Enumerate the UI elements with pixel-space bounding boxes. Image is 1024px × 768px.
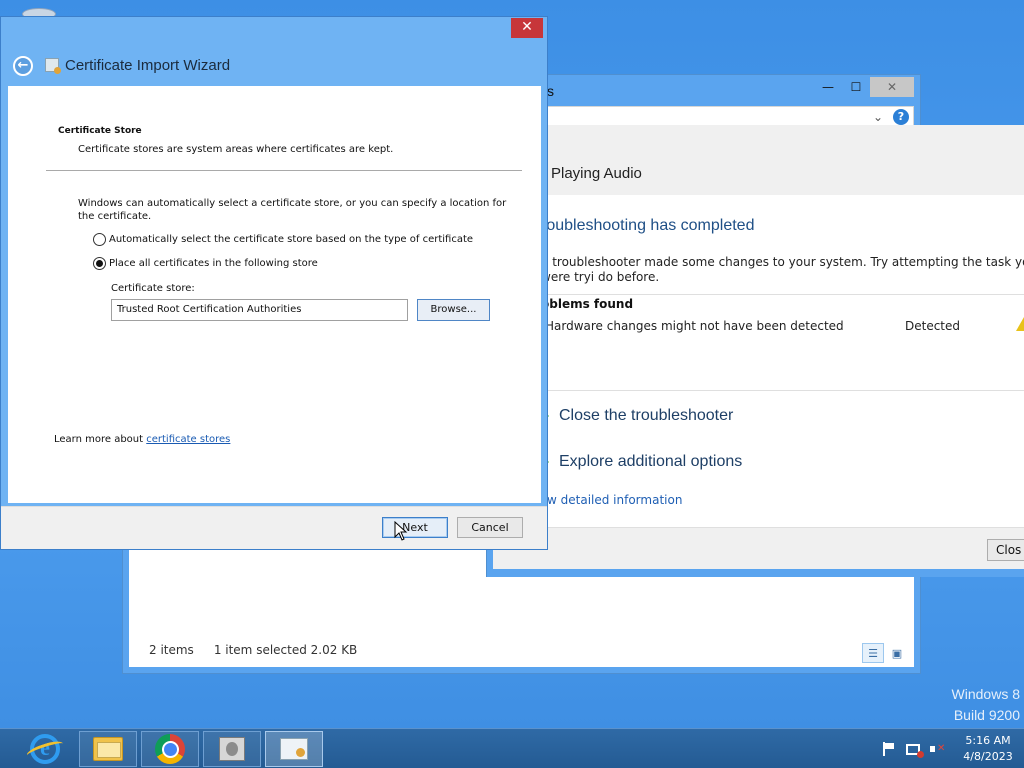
troubleshooter-footer: Clos — [493, 527, 1024, 569]
close-button[interactable]: ✕ — [511, 18, 543, 38]
certificate-store-field[interactable]: Trusted Root Certification Authorities — [111, 299, 408, 321]
watermark-line-2: Build 9200 — [953, 707, 1020, 723]
troubleshooter-window: Playing Audio roubleshooting has complet… — [486, 125, 1024, 577]
certificate-store-label: Certificate store: — [111, 283, 195, 294]
cancel-button[interactable]: Cancel — [457, 517, 523, 538]
status-selection: 1 item selected 2.02 KB — [213, 643, 358, 657]
troubleshooter-close-button[interactable]: Clos — [987, 539, 1024, 561]
problem-description: Hardware changes might not have been det… — [545, 319, 844, 333]
taskbar-file-explorer[interactable] — [79, 731, 137, 767]
radio-auto-select[interactable]: Automatically select the certificate sto… — [93, 233, 473, 246]
network-icon[interactable] — [906, 743, 924, 758]
windows-build-watermark: Windows 8 Build 9200 — [952, 684, 1020, 726]
explorer-title: s — [547, 83, 554, 99]
taskbar-chrome[interactable] — [141, 731, 199, 767]
status-bar: 2 items 1 item selected 2.02 KB — [149, 643, 357, 657]
back-arrow-icon[interactable]: ← — [13, 56, 33, 76]
wizard-content: Certificate Store Certificate stores are… — [8, 86, 541, 503]
disk-icon — [219, 737, 245, 761]
clock-date: 4/8/2023 — [963, 750, 1013, 763]
status-item-count: 2 items — [149, 643, 194, 657]
problems-found-header: oblems found — [541, 297, 634, 311]
action-center-flag-icon[interactable] — [881, 742, 897, 756]
minimize-button[interactable]: — — [814, 77, 842, 97]
maximize-button[interactable]: ☐ — [842, 77, 870, 97]
internet-explorer-icon: e — [30, 734, 60, 764]
troubleshooter-completed-title: roubleshooting has completed — [541, 217, 755, 234]
radio-place-in-store-button[interactable] — [93, 257, 106, 270]
help-icon[interactable]: ? — [893, 109, 909, 125]
wizard-title: Certificate Import Wizard — [65, 57, 231, 74]
divider — [493, 390, 1024, 391]
troubleshooter-heading: Playing Audio — [551, 165, 642, 182]
browse-button[interactable]: Browse... — [417, 299, 490, 321]
divider — [46, 170, 522, 171]
wizard-footer: Next Cancel — [1, 506, 547, 549]
folder-icon — [93, 737, 123, 761]
explore-options-label: Explore additional options — [559, 453, 743, 470]
section-description: Certificate stores are system areas wher… — [78, 144, 394, 155]
problem-status: Detected — [905, 319, 961, 333]
section-title: Certificate Store — [58, 126, 142, 136]
store-selection-paragraph: Windows can automatically select a certi… — [78, 198, 507, 222]
clock[interactable]: 5:16 AM 4/8/2023 — [960, 733, 1016, 765]
certificate-icon — [280, 738, 308, 760]
next-button[interactable]: Next — [382, 517, 448, 538]
watermark-line-1: Windows 8 — [951, 686, 1020, 702]
clock-time: 5:16 AM — [965, 734, 1011, 747]
chevron-down-icon[interactable]: ⌄ — [873, 110, 883, 124]
certificate-import-wizard: ✕ ← Certificate Import Wizard Certificat… — [0, 16, 548, 550]
troubleshooter-header: Playing Audio — [493, 125, 1024, 195]
details-view-icon[interactable]: ☰ — [862, 643, 884, 663]
view-detailed-information-link[interactable]: w detailed information — [547, 493, 682, 507]
chrome-icon — [155, 734, 185, 764]
troubleshooter-description: e troubleshooter made some changes to yo… — [541, 255, 1024, 284]
learn-more-prefix: Learn more about — [54, 434, 147, 445]
radio-place-in-store[interactable]: Place all certificates in the following … — [93, 257, 318, 270]
view-switcher: ☰ ▣ — [862, 643, 908, 663]
close-troubleshooter-label: Close the troubleshooter — [559, 407, 734, 424]
radio-auto-select-label[interactable]: Automatically select the certificate sto… — [109, 234, 473, 245]
system-tray: 5:16 AM 4/8/2023 — [881, 729, 1016, 768]
large-icons-view-icon[interactable]: ▣ — [886, 643, 908, 663]
taskbar-internet-explorer[interactable]: e — [16, 731, 74, 767]
certificate-stores-link[interactable]: certificate stores — [146, 434, 230, 445]
divider — [493, 294, 1024, 295]
explore-options-option[interactable]: Explore additional options — [543, 453, 742, 471]
explorer-window-controls: — ☐ ✕ — [814, 77, 914, 97]
close-button[interactable]: ✕ — [870, 77, 914, 97]
taskbar: e 5:16 AM 4/8/2023 — [0, 728, 1024, 768]
radio-place-in-store-label[interactable]: Place all certificates in the following … — [109, 258, 318, 269]
warning-icon — [1016, 317, 1024, 331]
taskbar-certificate-wizard[interactable] — [265, 731, 323, 767]
close-troubleshooter-option[interactable]: Close the troubleshooter — [543, 407, 733, 425]
learn-more-text: Learn more about certificate stores — [54, 434, 230, 445]
radio-auto-select-button[interactable] — [93, 233, 106, 246]
speaker-muted-icon[interactable] — [929, 742, 945, 756]
certificate-icon — [45, 58, 61, 74]
taskbar-disk-utility[interactable] — [203, 731, 261, 767]
troubleshooter-content: Playing Audio roubleshooting has complet… — [493, 125, 1024, 569]
